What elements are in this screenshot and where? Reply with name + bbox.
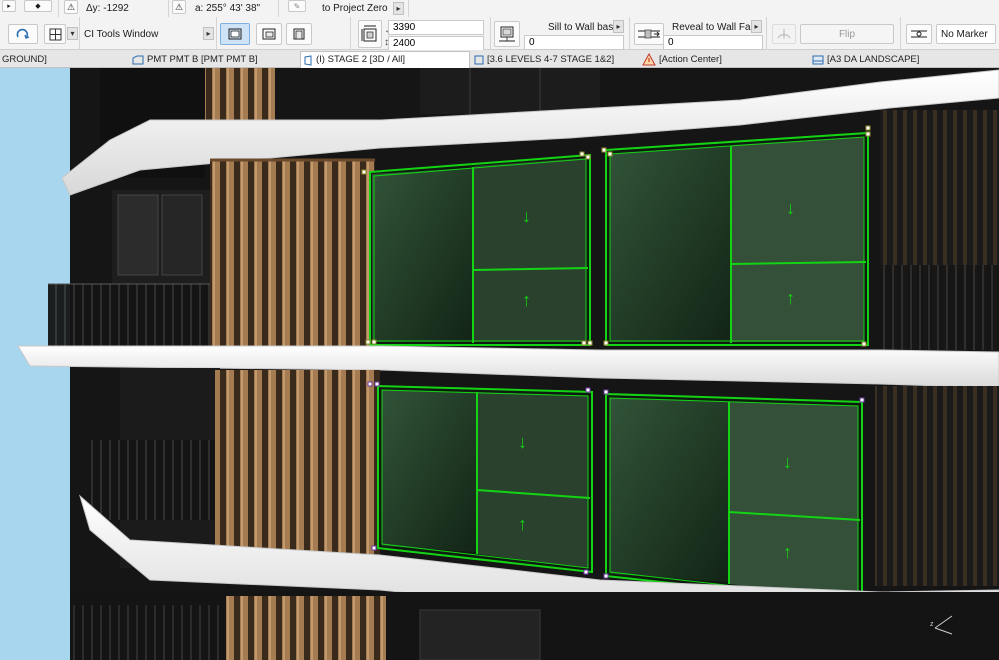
layout-icon	[474, 55, 484, 65]
separator	[278, 0, 279, 17]
tab-action-center[interactable]: [Action Center]	[640, 51, 808, 68]
height-field[interactable]	[388, 36, 484, 51]
marker-label: No Marker	[941, 28, 988, 40]
window-icon	[228, 28, 242, 40]
rotate-icon	[15, 27, 31, 41]
3d-model-render[interactable]: ↓ ↑ ↓ ↑ ↓ ↑ ↓ ↑ z	[0, 68, 999, 660]
svg-text:z: z	[930, 621, 934, 628]
opening-direction-marker: ↑	[518, 514, 527, 534]
reveal-field[interactable]	[663, 35, 763, 50]
warning-icon	[642, 52, 656, 67]
tab-levels-4-7[interactable]: [3.6 LEVELS 4-7 STAGE 1&2]	[472, 51, 638, 68]
screen-lower-right	[875, 386, 999, 586]
window-offset-icon	[262, 28, 276, 40]
flip-button[interactable]: Flip	[800, 24, 894, 44]
separator	[766, 17, 767, 50]
door-icon	[292, 28, 306, 40]
dimension-button[interactable]	[358, 20, 382, 48]
reveal-button[interactable]	[634, 23, 664, 45]
opening-direction-marker: ↑	[783, 542, 792, 562]
separator	[350, 17, 351, 50]
balustrade-upper-left	[48, 284, 213, 346]
separator	[408, 0, 409, 17]
layout-sheet-icon	[812, 55, 824, 65]
flip-icon	[776, 28, 792, 40]
reveal-icon	[637, 27, 661, 41]
tab-label: GROUND]	[2, 53, 47, 65]
grid-view-button[interactable]	[44, 24, 66, 44]
tools-window-arrow[interactable]: ▸	[203, 27, 214, 40]
width-field[interactable]	[388, 20, 484, 35]
point-option-button[interactable]: ◆	[24, 0, 52, 12]
delta-icon: ⚠	[64, 0, 78, 14]
rotate-view-button[interactable]	[8, 24, 38, 44]
flip-preview-button[interactable]	[772, 24, 796, 44]
project-zero-arrow[interactable]: ▸	[393, 2, 404, 15]
tab-stage-2-3d[interactable]: (I) STAGE 2 [3D / All]	[300, 51, 470, 68]
sill-field[interactable]	[524, 35, 624, 50]
separator	[629, 17, 630, 50]
tab-label: [Action Center]	[659, 53, 722, 65]
window-offset-button[interactable]	[256, 23, 282, 45]
marker-icon	[910, 28, 928, 40]
tab-pmt-b[interactable]: PMT PMT B [PMT PMT B]	[130, 51, 296, 68]
3d-view-icon	[303, 54, 313, 66]
sill-icon	[498, 25, 516, 43]
separator	[900, 17, 901, 50]
top-glazing	[420, 68, 600, 114]
opening-direction-marker: ↓	[786, 198, 795, 218]
tab-label: PMT PMT B [PMT PMT B]	[147, 53, 258, 65]
marker-select[interactable]: No Marker	[936, 24, 996, 44]
flip-label: Flip	[838, 28, 856, 40]
tools-window-label[interactable]: CI Tools Window	[84, 29, 158, 40]
opening-direction-marker: ↓	[518, 432, 527, 452]
dropdown-arrow-button[interactable]: ▸	[2, 0, 16, 12]
angle-icon: ⚠	[172, 0, 186, 14]
reveal-label: Reveal to Wall Face	[672, 22, 762, 33]
angle-readout: a: 255° 43' 38"	[195, 3, 261, 14]
opening-direction-marker: ↑	[786, 288, 795, 308]
timber-screen-top	[205, 68, 275, 128]
separator	[490, 17, 491, 50]
toolbar-top-row: ▸ ◆ ⚠ Δy: -1292 ⚠ a: 255° 43' 38" ✎ to P…	[0, 0, 999, 17]
opening-direction-marker: ↓	[522, 206, 531, 226]
view-tab-bar: GROUND] PMT PMT B [PMT PMT B] (I) STAGE …	[0, 50, 999, 68]
tab-a3-landscape[interactable]: [A3 DA LANDSCAPE]	[810, 51, 999, 68]
info-toolbar: ▸ ◆ ⚠ Δy: -1292 ⚠ a: 255° 43' 38" ✎ to P…	[0, 0, 999, 51]
opening-direction-marker: ↑	[522, 290, 531, 310]
timber-screen-lower	[215, 370, 380, 570]
grid-dropdown-arrow[interactable]: ▾	[67, 27, 78, 40]
sill-label: Sill to Wall base	[548, 22, 619, 33]
opening-direction-marker: ↓	[783, 452, 792, 472]
tab-label: [A3 DA LANDSCAPE]	[827, 53, 920, 65]
separator	[216, 17, 217, 50]
reveal-arrow[interactable]: ▸	[751, 20, 762, 33]
dimension-icon	[361, 23, 379, 45]
project-zero-label: to Project Zero	[322, 3, 388, 14]
plan-icon	[132, 55, 144, 65]
tab-ground[interactable]: GROUND]	[0, 51, 128, 68]
window-geometry-button[interactable]	[220, 23, 250, 45]
sill-arrow[interactable]: ▸	[613, 20, 624, 33]
3d-viewport[interactable]: ↓ ↑ ↓ ↑ ↓ ↑ ↓ ↑ z	[0, 68, 999, 660]
balustrade-lower-left	[90, 440, 220, 520]
timber-screen-upper	[210, 160, 375, 350]
separator	[168, 0, 169, 17]
tab-label: (I) STAGE 2 [3D / All]	[316, 54, 406, 65]
sill-anchor-button[interactable]	[494, 21, 520, 47]
tab-label: [3.6 LEVELS 4-7 STAGE 1&2]	[487, 53, 615, 65]
separator	[79, 17, 80, 50]
dy-readout: Δy: -1292	[86, 3, 129, 14]
toolbar-bottom-row: ▾ CI Tools Window ▸ ↔ ↕	[0, 17, 999, 51]
separator	[58, 0, 59, 17]
door-geometry-button[interactable]	[286, 23, 312, 45]
pencil-icon[interactable]: ✎	[288, 0, 306, 12]
grid-icon	[49, 28, 62, 41]
marker-button[interactable]	[906, 24, 932, 44]
